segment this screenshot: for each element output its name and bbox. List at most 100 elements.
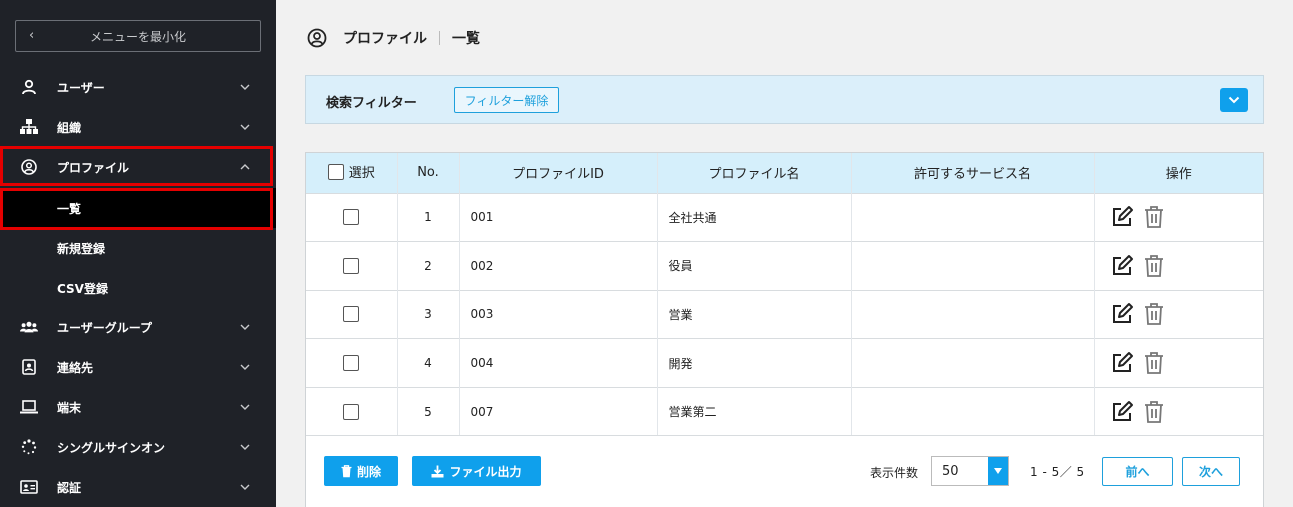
sidebar-item-label: シングルサインオン	[57, 440, 166, 455]
column-no: No.	[397, 153, 460, 193]
users-group-icon	[20, 319, 38, 335]
trash-icon	[341, 464, 352, 477]
delete-button-label: 削除	[356, 464, 381, 479]
chevron-left-icon: ‹	[29, 28, 35, 43]
row-profile-id: 002	[459, 241, 658, 291]
profile-circle-icon	[307, 28, 327, 48]
collapse-menu-button[interactable]: ‹ メニューを最小化	[15, 20, 261, 52]
clear-filter-button[interactable]: フィルター解除	[454, 87, 559, 113]
trash-icon[interactable]	[1144, 254, 1164, 278]
profile-circle-icon	[20, 159, 38, 175]
page-title: プロファイル	[343, 31, 427, 47]
trash-icon[interactable]	[1144, 205, 1164, 229]
row-checkbox[interactable]	[343, 355, 360, 372]
row-profile-name: 開発	[657, 338, 852, 388]
delete-button[interactable]: 削除	[324, 456, 398, 486]
sidebar-item-users[interactable]: ユーザー	[0, 67, 276, 107]
id-card-icon	[20, 479, 38, 495]
sidebar-item-user-groups[interactable]: ユーザーグループ	[0, 307, 276, 347]
sidebar-subitem-label: 一覧	[57, 201, 82, 216]
column-service-name: 許可するサービス名	[851, 153, 1095, 193]
row-no: 5	[397, 386, 460, 437]
page-subtitle: 一覧	[452, 31, 480, 47]
trash-icon[interactable]	[1144, 351, 1164, 375]
row-checkbox[interactable]	[343, 257, 360, 274]
profile-table-card: 選択 No. プロファイルID プロファイル名 許可するサービス名 操作 1 0…	[305, 152, 1264, 507]
sidebar-item-label: 端末	[57, 400, 82, 415]
column-select: 選択	[306, 153, 398, 193]
sidebar-item-devices[interactable]: 端末	[0, 387, 276, 427]
user-icon	[20, 79, 38, 95]
trash-icon[interactable]	[1144, 302, 1164, 326]
column-operations: 操作	[1094, 153, 1263, 193]
row-profile-id: 004	[459, 338, 658, 388]
sidebar-item-sso[interactable]: シングルサインオン	[0, 427, 276, 467]
profile-table: 選択 No. プロファイルID プロファイル名 許可するサービス名 操作 1 0…	[306, 153, 1263, 437]
chevron-down-icon	[240, 364, 250, 370]
chevron-down-icon	[240, 324, 250, 330]
column-select-label: 選択	[348, 166, 375, 181]
row-checkbox[interactable]	[343, 209, 360, 226]
chevron-down-icon	[240, 484, 250, 490]
row-no: 4	[397, 338, 460, 388]
row-no: 1	[397, 192, 460, 242]
filter-toggle-button[interactable]	[1220, 88, 1248, 112]
export-file-button[interactable]: ファイル出力	[412, 456, 541, 486]
sidebar-item-auth[interactable]: 認証	[0, 467, 276, 507]
sidebar-subitem-new[interactable]: 新規登録	[0, 228, 276, 268]
row-profile-name: 営業第二	[657, 386, 852, 437]
row-checkbox[interactable]	[343, 306, 360, 323]
sidebar-subitem-list[interactable]: 一覧	[0, 188, 276, 228]
row-no: 2	[397, 241, 460, 291]
row-profile-name: 役員	[657, 241, 852, 291]
table-row: 1 001 全社共通	[306, 192, 1263, 242]
sidebar-item-organization[interactable]: 組織	[0, 107, 276, 147]
row-profile-id: 007	[459, 386, 658, 437]
row-service-name	[851, 338, 1095, 388]
dropdown-arrow-icon	[988, 457, 1008, 485]
chevron-down-icon	[240, 84, 250, 90]
sidebar-item-label: 認証	[57, 480, 82, 495]
sidebar-item-label: 連絡先	[57, 360, 94, 375]
column-profile-id: プロファイルID	[459, 153, 658, 193]
sidebar-item-contacts[interactable]: 連絡先	[0, 347, 276, 387]
per-page-select[interactable]: 50	[931, 456, 1009, 486]
chevron-down-icon	[240, 444, 250, 450]
sidebar-item-label: ユーザーグループ	[57, 320, 153, 335]
chevron-down-icon	[1228, 96, 1240, 104]
search-filter-title: 検索フィルター	[326, 96, 417, 111]
row-profile-id: 003	[459, 289, 658, 339]
chevron-down-icon	[240, 404, 250, 410]
export-file-button-label: ファイル出力	[449, 464, 522, 479]
per-page-label: 表示件数	[870, 466, 919, 480]
table-header-row: 選択 No. プロファイルID プロファイル名 許可するサービス名 操作	[306, 153, 1263, 193]
trash-icon[interactable]	[1144, 400, 1164, 424]
breadcrumb-divider	[439, 31, 440, 45]
edit-icon[interactable]	[1110, 205, 1134, 229]
select-all-checkbox[interactable]	[327, 163, 344, 180]
collapse-menu-label: メニューを最小化	[89, 29, 186, 44]
sidebar-item-label: プロファイル	[57, 160, 130, 175]
edit-icon[interactable]	[1110, 400, 1134, 424]
search-filter-panel: 検索フィルター フィルター解除	[305, 75, 1264, 124]
chevron-down-icon	[240, 124, 250, 130]
prev-page-button[interactable]: 前へ	[1102, 457, 1173, 486]
row-service-name	[851, 192, 1095, 242]
edit-icon[interactable]	[1110, 302, 1134, 326]
row-checkbox[interactable]	[343, 403, 360, 420]
table-row: 3 003 営業	[306, 289, 1263, 339]
org-chart-icon	[20, 119, 38, 135]
edit-icon[interactable]	[1110, 351, 1134, 375]
table-row: 5 007 営業第二	[306, 386, 1263, 437]
next-page-button[interactable]: 次へ	[1182, 457, 1240, 486]
sidebar-item-profile[interactable]: プロファイル	[0, 147, 276, 187]
sidebar-subitem-csv[interactable]: CSV登録	[0, 268, 276, 308]
per-page-value: 50	[942, 464, 959, 479]
pagination-range: 1 - 5／ 5	[1030, 465, 1085, 479]
row-service-name	[851, 241, 1095, 291]
row-profile-name: 営業	[657, 289, 852, 339]
spinner-icon	[20, 439, 38, 455]
row-service-name	[851, 386, 1095, 437]
edit-icon[interactable]	[1110, 254, 1134, 278]
row-profile-name: 全社共通	[657, 192, 852, 242]
